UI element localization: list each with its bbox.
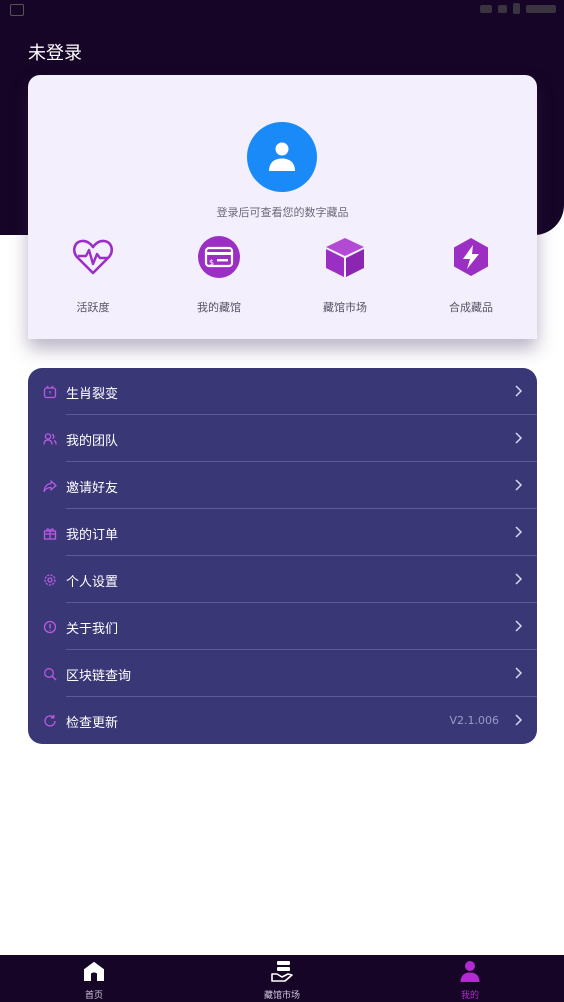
- menu-item-label: 个人设置: [66, 575, 119, 590]
- chevron-right-icon: [515, 714, 523, 726]
- menu-item-invite[interactable]: 邀请好友: [28, 462, 537, 509]
- wallet-card-icon: $: [197, 235, 241, 279]
- bottom-tab-bar: 首页 藏馆市场 我的: [0, 955, 564, 1002]
- page-title: 未登录: [28, 43, 82, 64]
- status-bar: [0, 0, 564, 22]
- menu-item-label: 关于我们: [66, 622, 119, 637]
- menu-item-label: 我的团队: [66, 434, 119, 449]
- menu-item-orders[interactable]: 我的订单: [28, 509, 537, 556]
- wifi-icon: [480, 4, 492, 13]
- feature-market[interactable]: 藏馆市场: [285, 235, 405, 315]
- status-icons: [480, 3, 556, 14]
- gift-icon: [43, 528, 57, 540]
- menu-item-label: 邀请好友: [66, 481, 119, 496]
- tab-home[interactable]: 首页: [34, 955, 154, 1002]
- feature-my-collection[interactable]: $ 我的藏馆: [159, 235, 279, 315]
- menu-list: 生肖裂变 我的团队 邀请好友 我的订单 个人设置 关于我们 区块链查询 检查更新…: [28, 368, 537, 744]
- menu-item-blockchain-query[interactable]: 区块链查询: [28, 650, 537, 697]
- chevron-right-icon: [515, 385, 523, 397]
- settings-icon: [44, 574, 56, 586]
- feature-label: 藏馆市场: [323, 301, 367, 314]
- home-icon: [83, 960, 105, 981]
- clock-icon: [526, 4, 556, 13]
- login-hint: 登录后可查看您的数字藏品: [216, 206, 349, 219]
- menu-item-team[interactable]: 我的团队: [28, 415, 537, 462]
- tab-label: 我的: [460, 991, 479, 1001]
- chevron-right-icon: [515, 432, 523, 444]
- heart-pulse-icon: [71, 235, 115, 279]
- notification-icon: [10, 4, 24, 16]
- search-icon: [44, 668, 57, 681]
- chevron-right-icon: [515, 526, 523, 538]
- chevron-right-icon: [515, 620, 523, 632]
- menu-item-settings[interactable]: 个人设置: [28, 556, 537, 603]
- svg-text:$: $: [209, 258, 214, 267]
- feature-label: 我的藏馆: [197, 301, 241, 314]
- menu-item-label: 区块链查询: [66, 669, 132, 684]
- refresh-icon: [44, 715, 56, 727]
- market-icon: [271, 961, 293, 982]
- tab-label: 藏馆市场: [263, 991, 300, 1001]
- menu-item-label: 生肖裂变: [66, 387, 119, 402]
- menu-item-label: 我的订单: [66, 528, 119, 543]
- chevron-right-icon: [515, 573, 523, 585]
- profile-card: 登录后可查看您的数字藏品 活跃度 $ 我的藏馆 藏馆市场 合成藏品: [28, 75, 537, 339]
- alarm-clock-icon: [43, 385, 57, 399]
- battery-icon: [513, 3, 520, 14]
- avatar[interactable]: [247, 122, 317, 192]
- cube-box-icon: [323, 235, 367, 279]
- user-icon: [460, 961, 480, 982]
- feature-label: 合成藏品: [449, 301, 493, 314]
- team-icon: [43, 433, 57, 445]
- signal-icon: [498, 4, 507, 13]
- menu-item-about[interactable]: 关于我们: [28, 603, 537, 650]
- share-icon: [43, 480, 57, 493]
- info-icon: [43, 620, 57, 634]
- feature-activity[interactable]: 活跃度: [33, 235, 153, 315]
- feature-label: 活跃度: [76, 301, 110, 314]
- synthesis-icon: [449, 235, 493, 279]
- tab-market[interactable]: 藏馆市场: [222, 955, 342, 1002]
- chevron-right-icon: [515, 667, 523, 679]
- feature-synthesis[interactable]: 合成藏品: [411, 235, 531, 315]
- user-icon: [269, 142, 295, 171]
- chevron-right-icon: [515, 479, 523, 491]
- menu-item-check-update[interactable]: 检查更新 V2.1.006: [28, 697, 537, 744]
- tab-mine[interactable]: 我的: [410, 955, 530, 1002]
- menu-item-zodiac[interactable]: 生肖裂变: [28, 368, 537, 415]
- tab-label: 首页: [84, 991, 103, 1001]
- version-label: V2.1.006: [449, 714, 499, 727]
- menu-item-label: 检查更新: [66, 716, 119, 731]
